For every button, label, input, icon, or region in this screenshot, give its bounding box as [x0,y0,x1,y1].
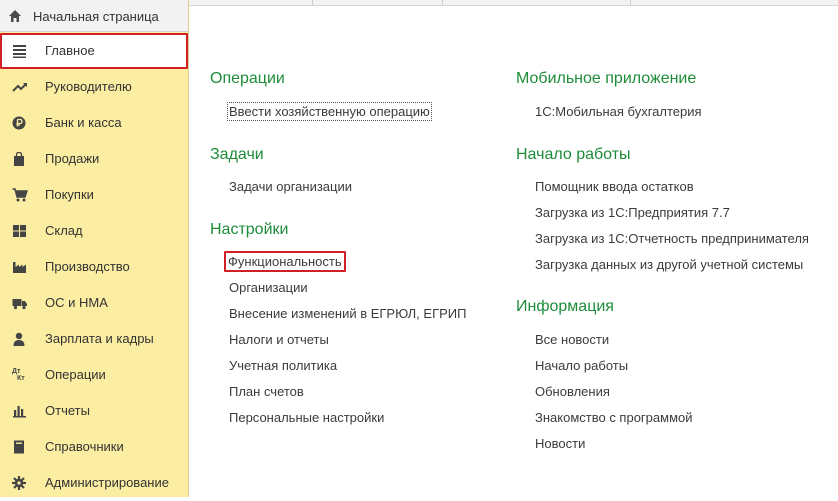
bar-chart-icon [12,404,28,418]
sidebar-item-label: Справочники [45,439,124,454]
sidebar-item-directories[interactable]: Справочники [0,429,188,465]
section-title-getting-started: Начало работы [516,146,631,163]
link-program-introduction[interactable]: Знакомство с программой [535,410,693,425]
link-taxes-reports[interactable]: Налоги и отчеты [229,332,329,347]
sidebar-item-salary-hr[interactable]: Зарплата и кадры [0,321,188,357]
link-load-from-entrepreneur-reporting[interactable]: Загрузка из 1С:Отчетность предпринимател… [535,231,809,246]
sidebar-item-warehouse[interactable]: Склад [0,213,188,249]
section-title-operations: Операции [210,70,285,87]
sidebar-item-label: Отчеты [45,403,90,418]
link-organizations[interactable]: Организации [229,280,308,295]
home-icon [8,9,22,23]
section-title-tasks: Задачи [210,146,264,163]
gear-icon [12,476,28,490]
cart-icon [12,188,28,202]
sidebar-item-label: Продажи [45,151,100,166]
tab-separator [630,0,631,5]
link-getting-started[interactable]: Начало работы [535,358,628,373]
credit-label: Кт [17,375,25,382]
link-functionality[interactable]: Функциональность [224,251,346,272]
section-title-mobile-app: Мобильное приложение [516,70,697,87]
shopping-bag-icon [12,152,28,166]
link-mobile-accounting[interactable]: 1С:Мобильная бухгалтерия [535,104,702,119]
sidebar-item-purchases[interactable]: Покупки [0,177,188,213]
truck-icon [12,296,28,310]
person-icon [12,332,28,346]
sidebar-item-label: Операции [45,367,106,382]
sidebar-item-label: Зарплата и кадры [45,331,154,346]
home-page-tab[interactable]: Начальная страница [0,0,188,32]
sidebar-item-label: Производство [45,259,130,274]
debit-label: Дт [12,368,21,375]
tab-separator [442,0,443,5]
sidebar-item-manager[interactable]: Руководителю [0,69,188,105]
link-all-news[interactable]: Все новости [535,332,609,347]
sidebar-item-reports[interactable]: Отчеты [0,393,188,429]
sidebar-item-label: ОС и НМА [45,295,108,310]
sidebar-item-main[interactable]: Главное [0,33,188,69]
sidebar-item-label: Главное [45,43,95,58]
menu-lines-icon [12,44,28,58]
sidebar-item-fixed-assets[interactable]: ОС и НМА [0,285,188,321]
section-title-settings: Настройки [210,221,289,238]
link-load-from-1c77[interactable]: Загрузка из 1С:Предприятия 7.7 [535,205,730,220]
link-organization-tasks[interactable]: Задачи организации [229,179,352,194]
link-news[interactable]: Новости [535,436,585,451]
sidebar-item-administration[interactable]: Администрирование [0,465,188,501]
section-title-information: Информация [516,298,614,315]
link-load-from-other-system[interactable]: Загрузка данных из другой учетной систем… [535,257,803,272]
sections-sidebar: Начальная страница Главное Руководителю … [0,0,189,497]
book-icon [12,440,28,454]
link-enter-business-operation[interactable]: Ввести хозяйственную операцию [227,102,432,121]
trend-up-icon [12,80,28,94]
ruble-coin-icon [12,116,28,130]
sidebar-item-sales[interactable]: Продажи [0,141,188,177]
sidebar-item-label: Администрирование [45,475,169,490]
tab-separator [312,0,313,5]
link-personal-settings[interactable]: Персональные настройки [229,410,384,425]
debit-credit-icon: Дт Кт [12,368,28,382]
link-egrul-changes[interactable]: Внесение изменений в ЕГРЮЛ, ЕГРИП [229,306,466,321]
sidebar-item-label: Покупки [45,187,94,202]
sidebar-item-bank[interactable]: Банк и касса [0,105,188,141]
sidebar-item-operations[interactable]: Дт Кт Операции [0,357,188,393]
link-chart-of-accounts[interactable]: План счетов [229,384,304,399]
sidebar-item-label: Руководителю [45,79,132,94]
sidebar-item-label: Склад [45,223,83,238]
link-updates[interactable]: Обновления [535,384,610,399]
main-panel: Операции Ввести хозяйственную операцию З… [189,6,838,497]
warehouse-grid-icon [12,224,28,238]
link-accounting-policy[interactable]: Учетная политика [229,358,337,373]
link-opening-balances-assistant[interactable]: Помощник ввода остатков [535,179,694,194]
factory-icon [12,260,28,274]
sidebar-item-production[interactable]: Производство [0,249,188,285]
home-page-label: Начальная страница [33,9,159,24]
sidebar-item-label: Банк и касса [45,115,122,130]
